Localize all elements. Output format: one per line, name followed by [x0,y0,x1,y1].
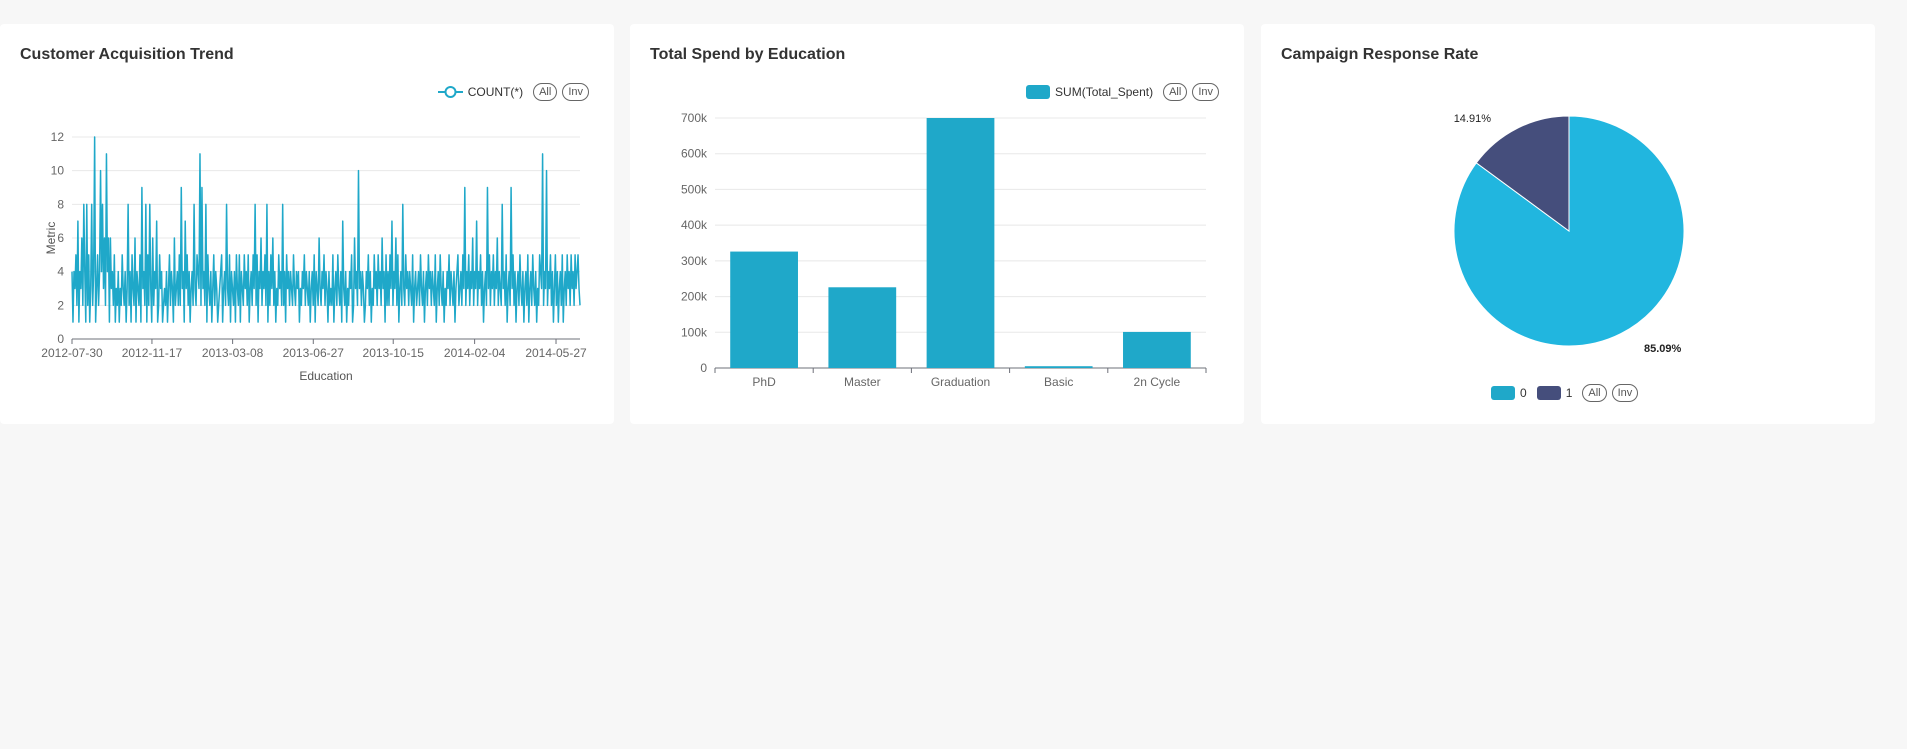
x-tick-label: Basic [1044,375,1073,389]
y-tick-label: 12 [51,130,65,144]
x-tick-label: 2014-02-04 [444,346,506,360]
y-tick-label: 500k [681,182,708,196]
y-axis-label: Metric [44,222,58,255]
legend-swatch-0[interactable] [1491,386,1515,400]
y-tick-label: 8 [57,197,64,211]
bar-phd [730,251,798,368]
y-tick-label: 10 [51,164,65,178]
x-tick-label: Master [844,375,881,389]
pie-value-label: 14.91% [1454,113,1492,125]
legend-label-0[interactable]: 0 [1520,386,1527,400]
y-tick-label: 0 [700,361,707,375]
pie-chart: 85.09% 14.91% [1453,113,1685,355]
legend-label-1[interactable]: 1 [1566,386,1573,400]
line-chart: 0 2 4 6 8 10 12 2012-07-30 2012-11-17 2013-03-08 2… [41,130,587,383]
bar-basic [1024,366,1093,368]
legend-swatch-1[interactable] [1536,386,1561,400]
series-line-count [71,136,581,323]
y-tick-label: 0 [57,332,64,346]
y-tick-label: 700k [681,111,708,125]
y-tick-label: 300k [681,254,708,268]
bar-graduation [926,118,995,368]
bar-master [828,287,897,368]
legend: 0 1 All Inv [1491,384,1643,402]
legend-inv-button[interactable]: Inv [1611,384,1639,402]
bar-2n-cycle [1123,331,1191,368]
y-tick-label: 400k [681,218,708,232]
x-tick-label: 2013-10-15 [363,346,425,360]
legend-all-button[interactable]: All [1582,384,1607,402]
y-tick-label: 6 [57,231,64,245]
x-tick-label: 2013-06-27 [283,346,345,360]
x-tick-label: 2014-05-27 [525,346,587,360]
x-tick-label: 2n Cycle [1134,375,1181,389]
card-total-spend: Total Spend by Education SUM(Total_Spent… [630,24,1244,424]
x-tick-label: PhD [752,375,776,389]
card-campaign-response: Campaign Response Rate 85.09% 14.91% 0 1 … [1261,24,1875,424]
x-tick-label: 2012-11-17 [122,346,183,360]
x-tick-label: Graduation [931,375,990,389]
x-tick-label: 2012-07-30 [41,346,103,360]
y-tick-label: 600k [681,147,708,161]
x-tick-label: 2013-03-08 [202,346,264,360]
y-tick-label: 100k [681,325,708,339]
y-tick-label: 200k [681,290,708,304]
card-customer-acquisition: Customer Acquisition Trend COUNT(*) All … [0,24,614,424]
pie-value-label: 85.09% [1644,343,1682,355]
y-tick-label: 4 [57,265,64,279]
x-axis-label: Education [299,369,352,383]
y-tick-label: 2 [57,298,64,312]
bar-chart: 0 100k 200k 300k 400k 500k 600k 700k PhD Master Gr… [681,111,1207,389]
